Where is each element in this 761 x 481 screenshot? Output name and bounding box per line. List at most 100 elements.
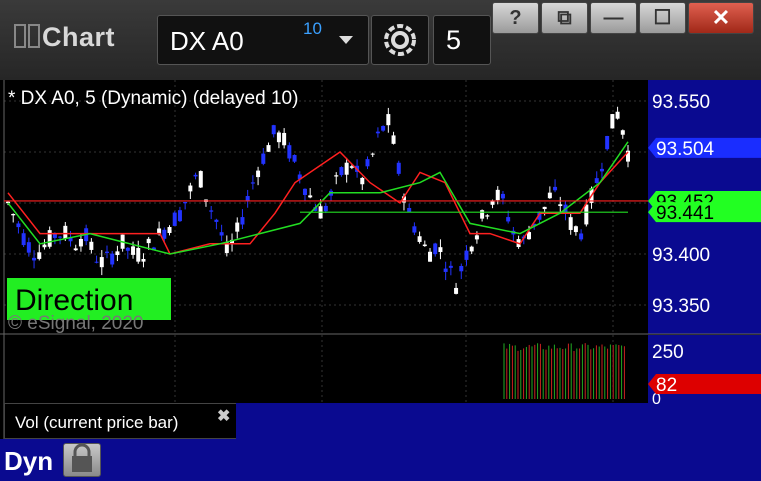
candle-body [16,223,21,228]
volume-panel-band [236,403,648,439]
candle-body [443,268,448,272]
candle-body [422,244,427,247]
candle-body [183,201,188,204]
candle-body [37,252,42,259]
candle-body [256,170,261,178]
candle-body [110,253,115,265]
candle-body [506,217,511,222]
candle-body [542,206,547,210]
candle-body [209,210,214,212]
candle-body [428,251,433,262]
candle-body [125,247,130,251]
candle-body [167,227,172,233]
candle-body [58,236,63,238]
candle-body [276,132,281,143]
candle-body [495,189,500,201]
candle-body [454,287,459,294]
candle-body [573,226,578,233]
candle-body [610,114,615,129]
candle-body [547,192,552,199]
candle-body [375,131,380,134]
candle-body [261,153,266,164]
volume-last-label: 82 [656,375,677,396]
candle-body [11,214,16,216]
candle-body [146,238,151,244]
candle-body [485,215,490,217]
price-tick-label: 93.350 [652,296,710,317]
candle-body [474,235,479,240]
candle-body [438,247,443,253]
candle-body [480,210,485,219]
candle-body [553,186,558,191]
candle-body [584,204,589,225]
volume-panel-tab[interactable]: Vol (current price bar) ✖ [4,403,238,439]
close-icon[interactable]: ✖ [217,406,230,426]
candle-body [26,242,31,253]
candle-body [219,232,224,236]
candle-body [365,159,370,167]
candle-body [386,114,391,126]
candle-body [579,233,584,240]
candle-body [282,132,287,146]
chart-header: * DX A0, 5 (Dynamic) (delayed 10) [8,88,298,109]
candle-body [417,236,422,242]
candle-body [615,111,620,119]
candle-body [78,238,83,247]
candle-body [594,178,599,183]
candle-body [599,168,604,172]
candle-body [433,243,438,255]
candle-body [73,248,78,251]
candle-body [94,261,99,263]
copyright-text: © eSignal, 2020 [8,313,144,334]
candle-body [63,225,68,240]
candle-body [266,145,271,152]
candle-body [334,175,339,177]
candle-body [193,174,198,177]
candle-body [89,241,94,250]
lock-button[interactable] [63,443,101,477]
candle-body [381,126,386,131]
candle-body [302,188,307,195]
volume-panel-label: Vol (current price bar) [15,413,179,432]
candle-body [558,204,563,207]
candle-body [214,219,219,222]
candle-body [344,162,349,175]
candle-body [360,177,365,185]
volume-tick-label: 250 [652,342,684,363]
mode-label: Dyn [4,446,54,476]
candle-body [339,167,344,176]
candle-body [605,135,610,150]
candle-body [287,145,292,159]
candle-body [235,222,240,232]
candle-body [412,226,417,233]
candle-body [250,182,255,184]
candle-body [104,251,109,253]
candle-body [323,205,328,212]
candle-body [469,246,474,252]
price-label: 93.441 [656,203,714,224]
candle-body [500,193,505,199]
candle-body [459,265,464,272]
candle-body [172,212,177,226]
candle-body [240,217,245,225]
price-tick-label: 93.550 [652,92,710,113]
candle-body [448,265,453,268]
candle-body [177,210,182,222]
candle-body [131,246,136,255]
candle-body [370,153,375,155]
footer-bar [0,439,761,481]
candle-body [396,162,401,174]
candle-body [407,207,412,213]
candle-body [620,130,625,135]
lock-icon [72,443,92,472]
candle-body [188,185,193,192]
candle-body [136,248,141,262]
candle-body [47,230,52,247]
price-label: 93.504 [656,139,715,160]
green-moving-average [7,141,629,255]
candle-body [115,251,120,256]
candle-body [568,217,573,230]
candle-body [464,250,469,260]
candle-body [6,201,10,204]
price-tick-label: 93.400 [652,245,710,266]
